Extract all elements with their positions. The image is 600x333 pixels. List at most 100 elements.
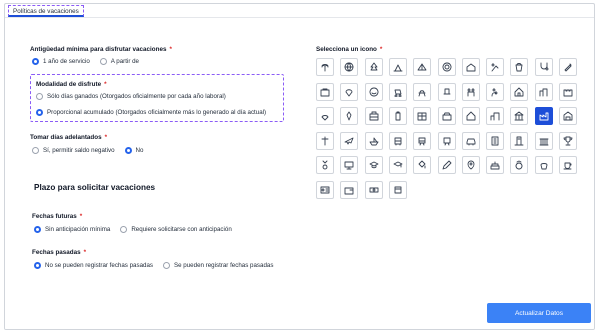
- icon-option[interactable]: [559, 156, 577, 174]
- tab-vacation-policies[interactable]: Políticas de vacaciones: [8, 5, 84, 17]
- icon-option[interactable]: [316, 131, 334, 150]
- map-pin-icon: [467, 160, 475, 170]
- icon-option[interactable]: [510, 131, 529, 150]
- radio-no-past-dates[interactable]: No se pueden registrar fechas pasadas: [34, 262, 153, 269]
- enjoyment-mode-option-proportional: Proporcional acumulado (Otorgados oficia…: [36, 109, 276, 116]
- icon-option[interactable]: [534, 156, 553, 174]
- icon-option[interactable]: [534, 107, 553, 125]
- required-mark: *: [169, 46, 172, 53]
- icon-option[interactable]: [510, 156, 529, 174]
- min-seniority-label-text: Antigüedad mínima para disfrutar vacacio…: [30, 46, 167, 53]
- icon-option[interactable]: [316, 82, 334, 101]
- icon-option[interactable]: [316, 107, 334, 125]
- icon-option[interactable]: [559, 58, 577, 76]
- icon-option[interactable]: [486, 107, 505, 125]
- icon-option[interactable]: [413, 131, 432, 150]
- icon-option[interactable]: [364, 58, 383, 76]
- icon-option[interactable]: [437, 107, 456, 125]
- icon-option[interactable]: [388, 180, 407, 199]
- icon-option[interactable]: [364, 107, 383, 125]
- icon-option[interactable]: [486, 131, 505, 150]
- radio-circle[interactable]: [120, 226, 128, 233]
- icon-option[interactable]: [388, 82, 407, 101]
- icon-option[interactable]: [559, 131, 577, 150]
- icon-option[interactable]: [534, 82, 553, 101]
- radio-starting-from[interactable]: A partir de: [99, 58, 139, 65]
- icon-option[interactable]: [364, 82, 383, 101]
- radio-circle-selected[interactable]: [124, 147, 132, 154]
- update-data-button[interactable]: Actualizar Datos: [487, 303, 591, 323]
- icon-option[interactable]: [388, 58, 407, 76]
- icon-option[interactable]: [510, 107, 529, 125]
- icon-option[interactable]: [534, 131, 553, 150]
- car-icon: [466, 138, 476, 145]
- icon-option[interactable]: [316, 156, 334, 174]
- icon-option[interactable]: [340, 131, 359, 150]
- icon-option[interactable]: [510, 58, 529, 76]
- icon-option[interactable]: [510, 82, 529, 101]
- radio-no-minimum-advance[interactable]: Sin anticipación mínima: [34, 226, 110, 233]
- icon-option[interactable]: [388, 107, 407, 125]
- store-icon: [442, 112, 451, 121]
- radio-one-year-service[interactable]: 1 año de servicio: [32, 58, 90, 65]
- icon-option[interactable]: [486, 156, 505, 174]
- icon-option[interactable]: [559, 82, 577, 101]
- suitcase-icon: [320, 88, 330, 96]
- radio-label: Sí, permitir saldo negativo: [43, 147, 115, 154]
- radio-allow-past-dates[interactable]: Se pueden registrar fechas pasadas: [163, 262, 273, 269]
- radio-no-advance[interactable]: No: [124, 147, 143, 154]
- icon-option[interactable]: [340, 107, 359, 125]
- radio-circle-selected[interactable]: [34, 262, 41, 269]
- icon-option[interactable]: [559, 107, 577, 125]
- radio-circle-selected[interactable]: [36, 109, 43, 116]
- radio-label: A partir de: [110, 58, 139, 65]
- icon-option[interactable]: [486, 58, 505, 76]
- icon-option[interactable]: [461, 131, 480, 150]
- radio-earned-days-only[interactable]: Sólo días ganados (Otorgados oficialment…: [36, 93, 226, 100]
- icon-option[interactable]: [437, 156, 456, 174]
- icon-option[interactable]: [461, 156, 480, 174]
- icon-option[interactable]: [340, 156, 359, 174]
- radio-circle[interactable]: [32, 147, 39, 154]
- icon-option[interactable]: [340, 58, 359, 76]
- icon-option[interactable]: [413, 58, 432, 76]
- icon-option[interactable]: [388, 156, 407, 174]
- icon-option[interactable]: [388, 131, 407, 150]
- icon-option[interactable]: [316, 180, 334, 199]
- paint-bucket-icon: [418, 160, 426, 169]
- icon-option[interactable]: [461, 58, 480, 76]
- radio-proportional-accumulated[interactable]: Proporcional acumulado (Otorgados oficia…: [36, 109, 266, 116]
- buildings-icon: [490, 112, 500, 121]
- icon-option[interactable]: [461, 107, 480, 125]
- paintbrush-icon: [442, 160, 451, 170]
- radio-requires-advance[interactable]: Requiere solicitarse con anticipación: [120, 226, 232, 233]
- icon-option[interactable]: [364, 180, 383, 199]
- icon-option[interactable]: [534, 58, 553, 76]
- icon-option[interactable]: [364, 131, 383, 150]
- icon-option[interactable]: [364, 156, 383, 174]
- icon-option[interactable]: [316, 58, 334, 76]
- radio-allow-negative-balance[interactable]: Sí, permitir saldo negativo: [32, 147, 115, 154]
- required-mark: *: [104, 81, 107, 88]
- icon-option[interactable]: [461, 82, 480, 101]
- future-dates-label-text: Fechas futuras: [32, 213, 77, 220]
- icon-picker-label-text: Selecciona un icono: [316, 46, 377, 53]
- icon-option[interactable]: [413, 156, 432, 174]
- icon-option[interactable]: [486, 82, 505, 101]
- icon-option[interactable]: [413, 107, 432, 125]
- radio-circle[interactable]: [36, 93, 43, 100]
- radio-circle[interactable]: [163, 262, 171, 269]
- library-icon: [539, 138, 549, 145]
- stethoscope-icon: [540, 62, 549, 71]
- airplane-icon: [344, 137, 354, 144]
- icon-option[interactable]: [340, 82, 359, 101]
- icon-option[interactable]: [437, 82, 456, 101]
- radio-circle-selected[interactable]: [34, 226, 41, 233]
- icon-option[interactable]: [413, 82, 432, 101]
- castle-icon: [563, 89, 573, 96]
- icon-option[interactable]: [437, 131, 456, 150]
- icon-option[interactable]: [437, 58, 456, 76]
- radio-circle[interactable]: [99, 58, 107, 65]
- radio-circle-selected[interactable]: [32, 58, 39, 65]
- icon-option[interactable]: [340, 180, 359, 199]
